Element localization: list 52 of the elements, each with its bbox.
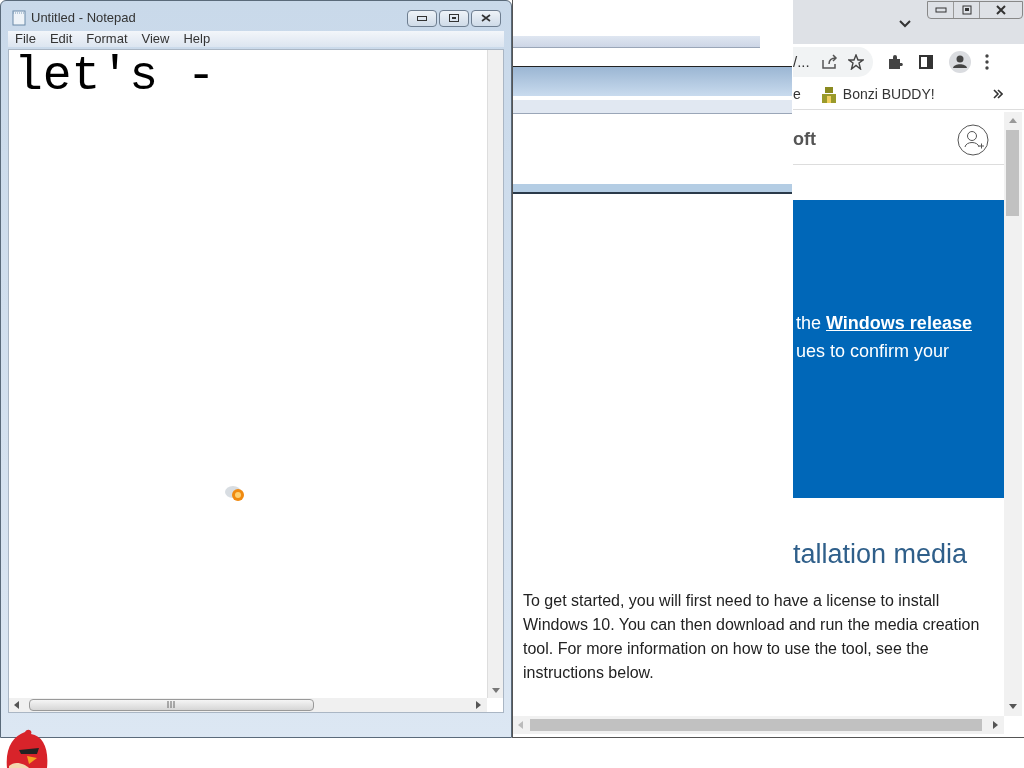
bookmark[interactable]: Bonzi BUDDY!	[842, 84, 935, 105]
close-icon	[481, 14, 491, 22]
close-icon	[995, 5, 1007, 15]
bookmark[interactable]: e	[793, 84, 801, 105]
share-icon[interactable]	[819, 54, 838, 70]
profile-icon[interactable]	[949, 51, 971, 73]
star-icon[interactable]	[847, 54, 864, 70]
document-text: let's -	[14, 48, 216, 104]
minimize-button[interactable]	[407, 9, 437, 27]
maximize-button[interactable]	[439, 9, 469, 27]
vertical-scrollbar[interactable]	[487, 50, 503, 698]
scroll-thumb[interactable]	[530, 719, 982, 731]
vertical-scrollbar[interactable]	[1004, 112, 1022, 716]
hero-text: the	[796, 312, 822, 335]
minimize-icon	[417, 15, 427, 21]
horizontal-scrollbar[interactable]	[9, 698, 487, 712]
scroll-thumb[interactable]	[1006, 130, 1019, 216]
cursor-icon	[223, 483, 247, 503]
maximize-icon	[449, 14, 459, 22]
scroll-down-arrow-icon[interactable]	[1009, 704, 1017, 709]
horizontal-scrollbar[interactable]	[513, 716, 1004, 734]
menu-item[interactable]: File	[15, 29, 36, 49]
menu-item[interactable]: Edit	[49, 29, 73, 49]
puzzle-icon[interactable]	[887, 54, 903, 70]
chevron-down-icon[interactable]	[899, 20, 911, 28]
paragraph: To get started, you will first need to have a license to install Windows 10. You can then download and run the media creation tool. For more information on how to use the tool, see the instructions below.	[523, 591, 981, 683]
brand-fragment: oft	[793, 128, 816, 151]
account-icon[interactable]	[957, 124, 989, 156]
scroll-left-arrow-icon[interactable]	[14, 701, 19, 709]
bird-icon[interactable]	[5, 728, 49, 768]
grip-icon[interactable]	[167, 701, 175, 708]
double-chevron-icon[interactable]	[993, 89, 1003, 99]
release-link[interactable]: Windows release	[826, 309, 972, 337]
menu-item[interactable]: Help	[183, 29, 211, 49]
window-title: Untitled - Notepad	[31, 9, 136, 28]
menu-item[interactable]: Format	[86, 29, 128, 49]
scroll-down-arrow-icon[interactable]	[492, 688, 500, 693]
minimize-icon	[934, 7, 947, 13]
address-bar[interactable]: /...	[793, 47, 873, 77]
restore-icon	[961, 5, 972, 15]
address-text: /...	[793, 51, 810, 72]
notepad-icon	[11, 10, 27, 26]
menu-item[interactable]: View	[141, 29, 170, 49]
figure-icon	[820, 85, 837, 104]
close-button[interactable]	[471, 9, 501, 27]
scroll-right-arrow-icon[interactable]	[476, 701, 481, 709]
scroll-right-arrow-icon[interactable]	[993, 721, 998, 729]
more-icon[interactable]	[985, 54, 989, 70]
side-panel-icon[interactable]	[919, 55, 933, 69]
scroll-thumb[interactable]	[29, 699, 314, 711]
hero-text: ues to confirm your	[796, 340, 951, 363]
section-heading: tallation media	[793, 538, 968, 571]
